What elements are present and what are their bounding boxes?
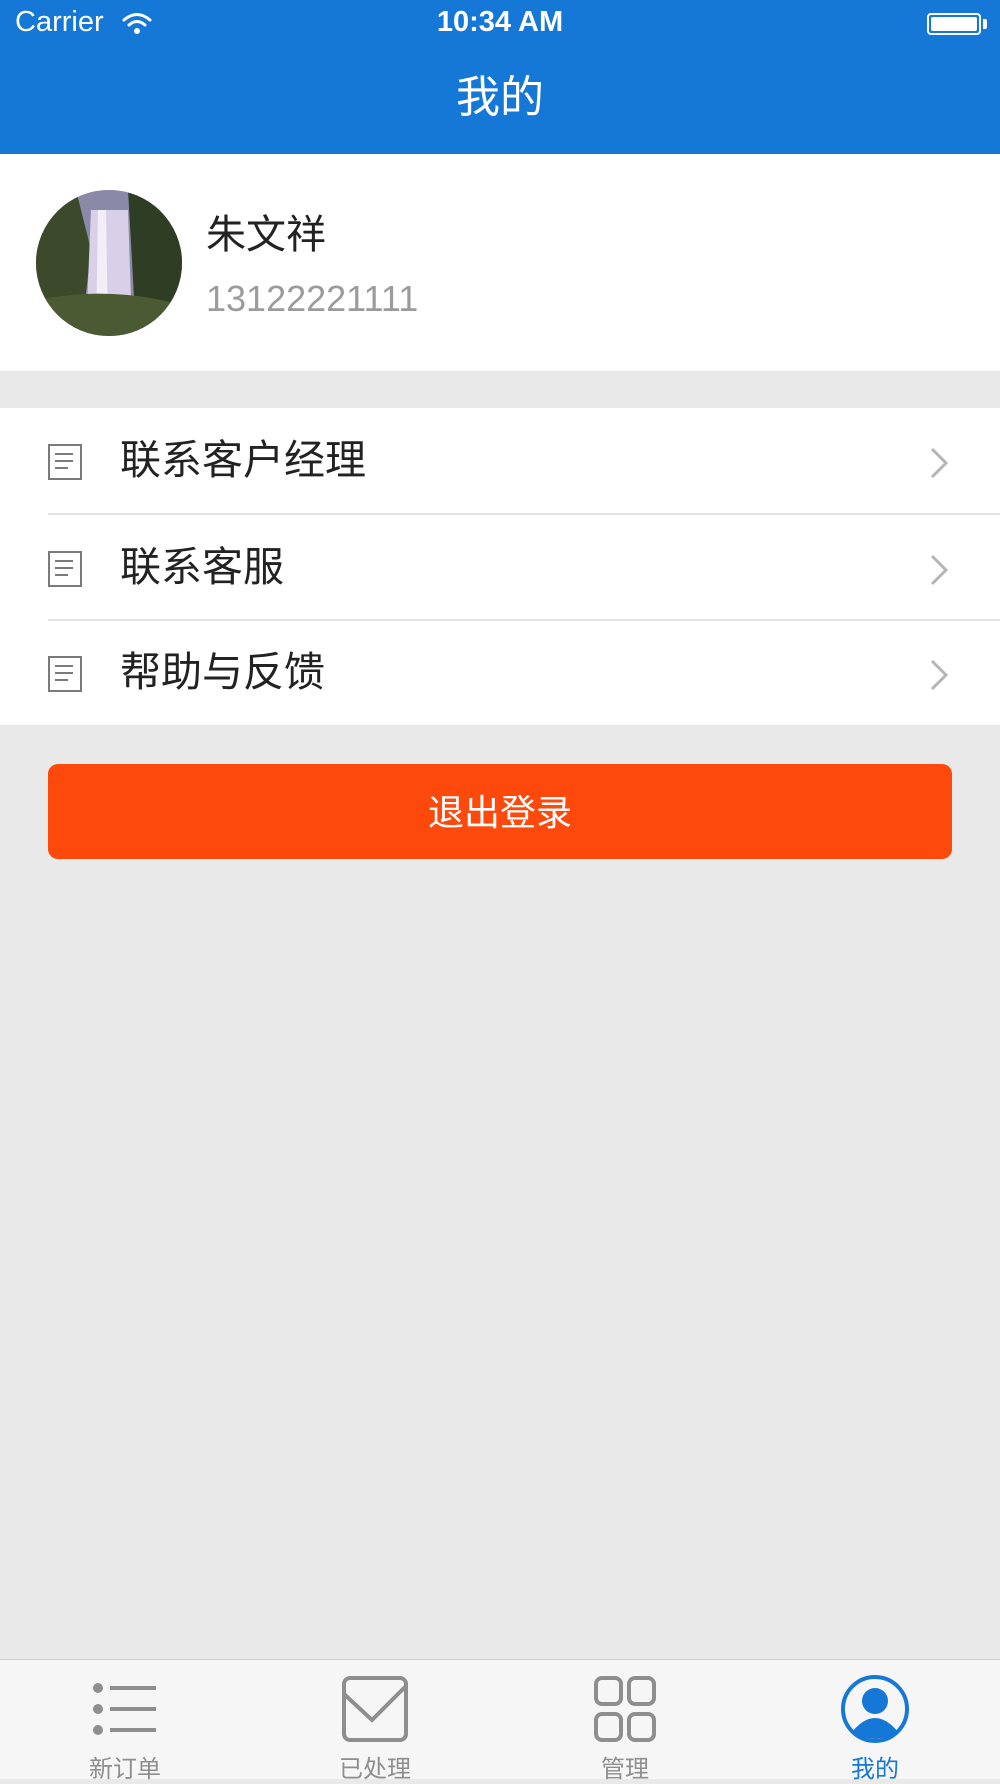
- menu-list: 联系客户经理 联系客服 帮助与反馈: [0, 408, 1000, 725]
- grid-icon: [594, 1676, 656, 1742]
- menu-item-contact-manager[interactable]: 联系客户经理: [0, 408, 1000, 513]
- waterfall-image: [36, 190, 182, 336]
- document-icon: [48, 551, 82, 587]
- menu-item-contact-service[interactable]: 联系客服: [0, 515, 1000, 620]
- chevron-right-icon: [930, 554, 949, 586]
- document-icon: [48, 444, 82, 480]
- list-icon: [93, 1683, 156, 1735]
- menu-item-label: 帮助与反馈: [120, 648, 325, 696]
- status-time: 10:34 AM: [436, 6, 564, 38]
- document-icon: [48, 656, 82, 692]
- tab-label: 已处理: [339, 1755, 411, 1783]
- check-box-icon: [342, 1676, 408, 1742]
- battery-tip: [983, 19, 987, 29]
- battery-icon: [927, 13, 981, 35]
- tab-manage[interactable]: 管理: [500, 1660, 750, 1783]
- tab-mine[interactable]: 我的: [750, 1660, 1000, 1783]
- header: Carrier 10:34 AM 我的: [0, 0, 1000, 154]
- avatar[interactable]: [36, 190, 182, 336]
- chevron-right-icon: [930, 447, 949, 479]
- tab-processed[interactable]: 已处理: [250, 1660, 500, 1783]
- menu-item-help-feedback[interactable]: 帮助与反馈: [0, 620, 1000, 725]
- tab-label: 管理: [601, 1755, 649, 1783]
- profile-card[interactable]: 朱文祥 13122221111: [0, 154, 1000, 371]
- user-phone: 13122221111: [206, 278, 419, 319]
- status-bar: Carrier 10:34 AM: [0, 0, 1000, 50]
- tab-new-orders[interactable]: 新订单: [0, 1660, 250, 1783]
- chevron-right-icon: [930, 659, 949, 691]
- logout-button[interactable]: 退出登录: [48, 764, 952, 859]
- menu-item-label: 联系客户经理: [120, 436, 366, 484]
- user-name: 朱文祥: [206, 212, 326, 258]
- tab-label: 我的: [851, 1755, 899, 1783]
- menu-item-label: 联系客服: [120, 543, 284, 591]
- user-icon: [841, 1675, 909, 1743]
- page-title: 我的: [456, 72, 544, 123]
- tab-label: 新订单: [89, 1755, 161, 1783]
- tab-bar: 新订单 已处理 管理 我的: [0, 1659, 1000, 1783]
